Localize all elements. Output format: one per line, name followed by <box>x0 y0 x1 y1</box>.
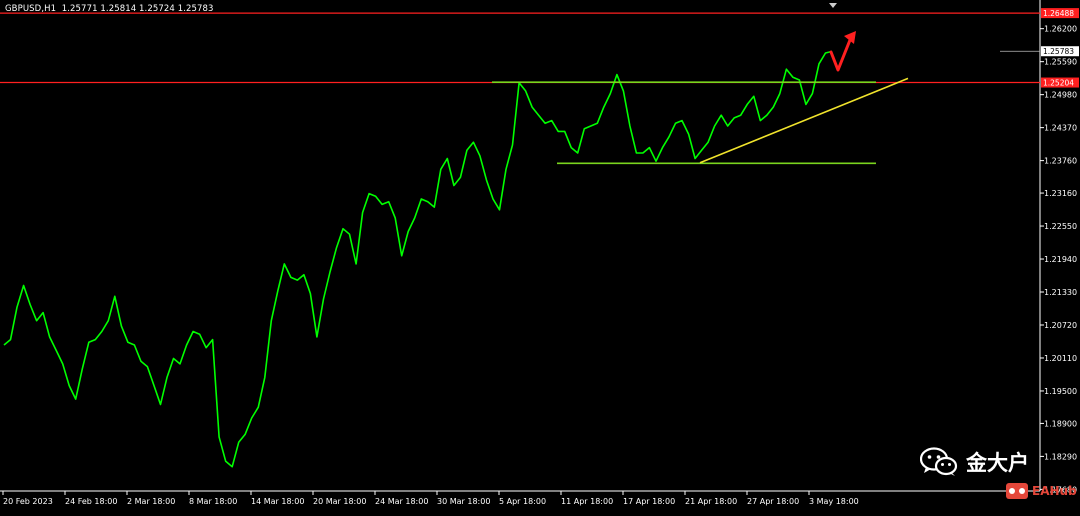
watermark: 金大户 <box>920 447 1029 477</box>
x-tick-label: 17 Apr 18:00 <box>623 497 675 506</box>
y-tick-label: 1.23160 <box>1044 189 1077 198</box>
y-tick-label: 1.20110 <box>1044 354 1077 363</box>
price-label-text: 1.25783 <box>1043 47 1074 56</box>
price-label: 1.25204 <box>1041 77 1079 88</box>
price-label-text: 1.25204 <box>1043 79 1074 88</box>
x-tick-label: 5 Apr 18:00 <box>499 497 546 506</box>
y-tick-label: 1.21940 <box>1044 255 1077 264</box>
x-tick-label: 14 Mar 18:00 <box>251 497 304 506</box>
eahub-text: EAHub <box>1032 484 1077 498</box>
x-tick-label: 27 Apr 18:00 <box>747 497 799 506</box>
x-tick-label: 21 Apr 18:00 <box>685 497 737 506</box>
y-tick-label: 1.18290 <box>1044 452 1077 461</box>
x-tick-label: 24 Mar 18:00 <box>375 497 428 506</box>
x-tick-label: 24 Feb 18:00 <box>65 497 117 506</box>
price-label: 1.26488 <box>1041 8 1079 19</box>
timeframe-label: H1 <box>44 4 57 14</box>
price-chart-canvas[interactable]: 1.26200 1.25590 1.24980 1.24370 1.23760 1.231… <box>0 0 1080 512</box>
y-tick-label: 1.20720 <box>1044 321 1077 330</box>
y-tick-label: 1.19500 <box>1044 387 1077 396</box>
wechat-icon <box>920 447 958 476</box>
x-tick-label: 2 Mar 18:00 <box>127 497 175 506</box>
symbol-label: GBPUSD <box>5 4 42 14</box>
price-label-text: 1.26488 <box>1043 9 1074 18</box>
chart[interactable]: 1.26200 1.25590 1.24980 1.24370 1.23760 1.231… <box>0 0 1080 512</box>
x-tick-label: 3 May 18:00 <box>809 497 859 506</box>
y-tick-label: 1.25590 <box>1044 58 1077 67</box>
y-tick-label: 1.18900 <box>1044 419 1077 428</box>
symbol-info: GBPUSD,H1 1.25771 1.25814 1.25724 1.2578… <box>5 4 214 14</box>
y-tick-label: 1.22550 <box>1044 222 1077 231</box>
eahub-watermark: EAHub <box>1006 483 1077 499</box>
x-tick-label: 20 Feb 2023 <box>3 497 53 506</box>
x-tick-label: 8 Mar 18:00 <box>189 497 237 506</box>
y-tick-label: 1.26200 <box>1044 25 1077 34</box>
watermark-text: 金大户 <box>966 451 1029 475</box>
y-tick-label: 1.23760 <box>1044 157 1077 166</box>
y-tick-label: 1.24980 <box>1044 91 1077 100</box>
x-tick-label: 30 Mar 18:00 <box>437 497 490 506</box>
ohlc-values: 1.25771 1.25814 1.25724 1.25783 <box>61 4 214 14</box>
x-tick-label: 20 Mar 18:00 <box>313 497 366 506</box>
x-tick-label: 11 Apr 18:00 <box>561 497 613 506</box>
eahub-logo-icon <box>1006 483 1028 499</box>
price-label: 1.25783 <box>1041 46 1079 57</box>
y-tick-label: 1.24370 <box>1044 124 1077 133</box>
y-tick-label: 1.21330 <box>1044 288 1077 297</box>
